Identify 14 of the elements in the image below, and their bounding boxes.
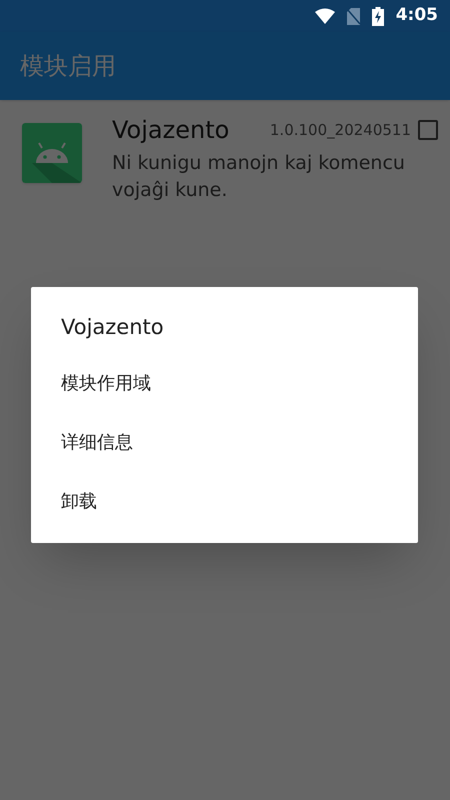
dialog-menu-item[interactable]: 模块作用域 [31, 354, 418, 413]
wifi-icon [314, 8, 335, 24]
module-version: 1.0.100_20240511 [270, 120, 411, 141]
battery-charging-icon [372, 6, 384, 26]
status-time: 4:05 [396, 4, 438, 28]
module-checkbox[interactable] [418, 120, 438, 140]
no-sim-icon [346, 8, 360, 24]
module-description: Ni kunigu manojn kaj komencu vojaĝi kune. [112, 151, 406, 203]
dialog-title: Vojazento [60, 314, 165, 341]
app-bar-title: 模块启用 [20, 51, 116, 82]
dialog-menu-item[interactable]: 卸载 [31, 472, 418, 531]
module-name: Vojazento [112, 115, 230, 146]
app-icon [22, 123, 82, 183]
dialog-menu-item[interactable]: 详细信息 [31, 413, 418, 472]
